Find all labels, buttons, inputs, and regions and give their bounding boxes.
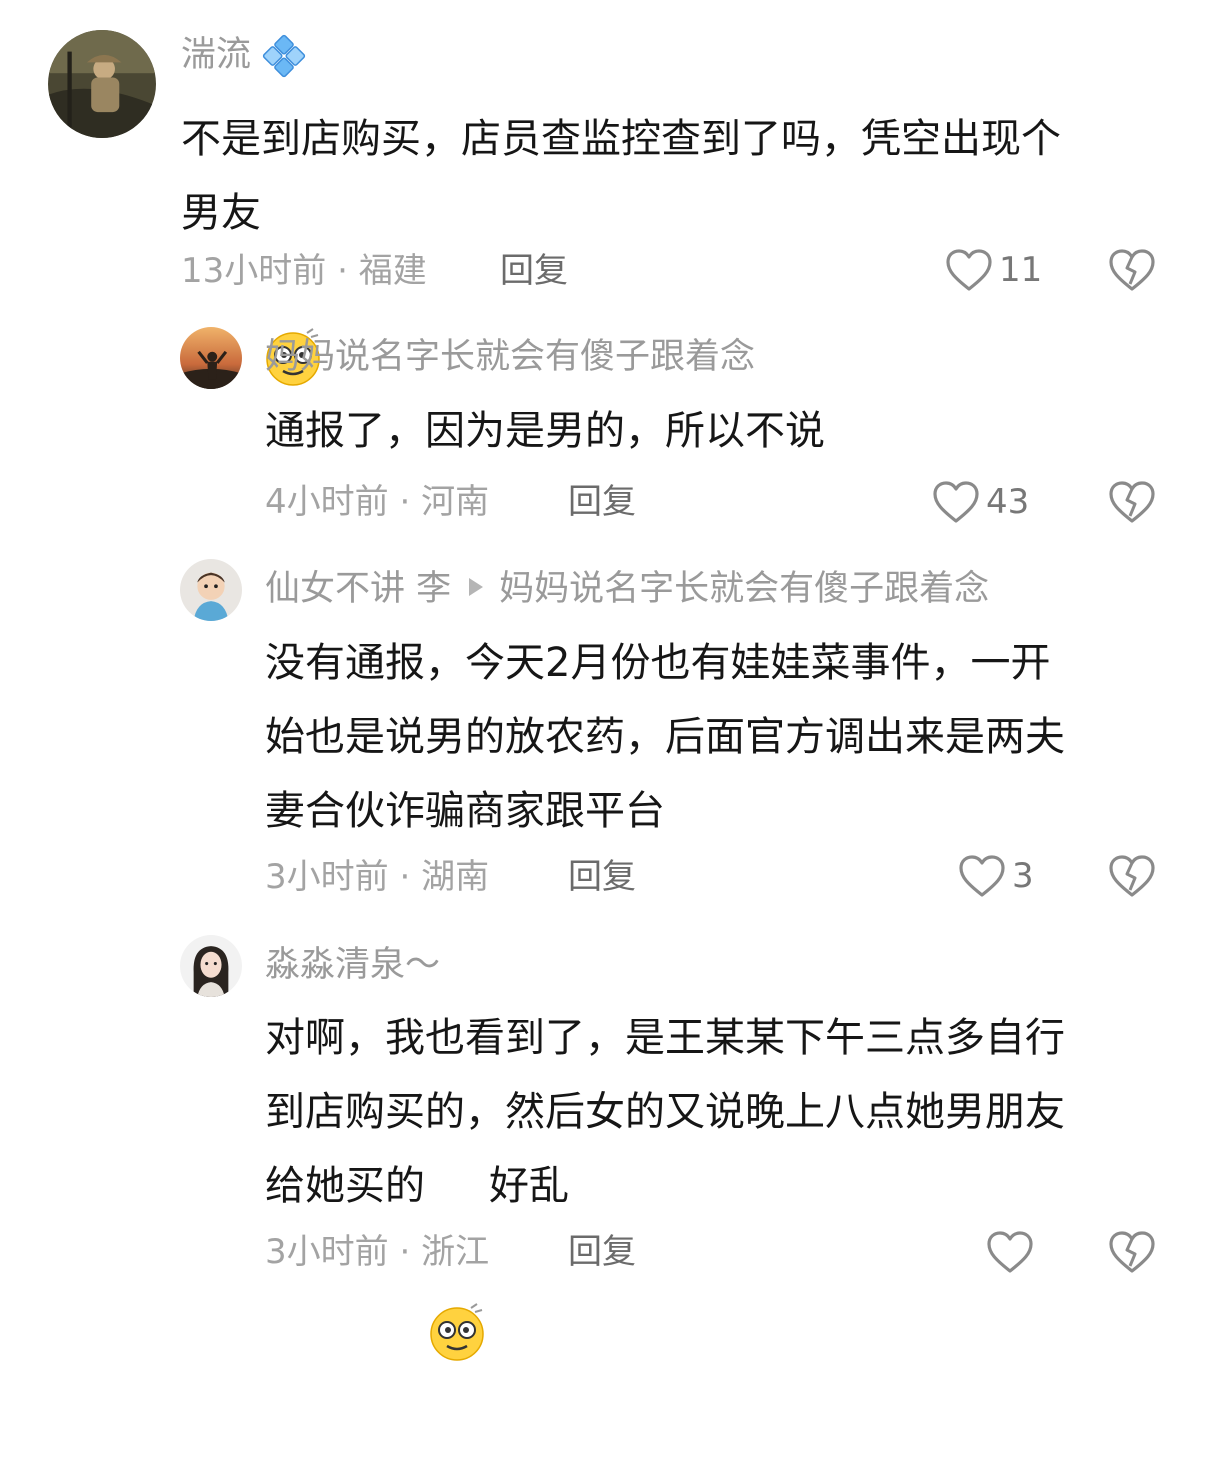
comment-meta: 3小时前 · 浙江 xyxy=(265,1235,489,1269)
avatar-image xyxy=(180,935,242,997)
comment-1: 湍流 不是到店购买，店员查监控查到了吗，凭空出现个 男友 13小时前 · 福建 … xyxy=(0,0,1206,386)
location-label: 浙江 xyxy=(421,1232,490,1272)
avatar-image xyxy=(180,327,242,389)
separator: · xyxy=(326,251,359,291)
separator: · xyxy=(388,1232,422,1272)
comment-text-line: 男友 xyxy=(181,190,261,236)
avatar[interactable] xyxy=(180,935,242,997)
time-label: 3小时前 xyxy=(265,857,389,897)
comment-text: 不是到店购买，店员查监控查到了吗，凭空出现个 男友 xyxy=(181,102,1171,386)
heart-icon xyxy=(946,249,992,291)
comment-text-line: 不是到店购买，店员查监控查到了吗，凭空出现个 xyxy=(181,116,1061,162)
like-button[interactable] xyxy=(986,1230,1040,1274)
comment-meta: 4小时前 · 河南 xyxy=(265,485,489,519)
heart-icon xyxy=(987,1231,1033,1273)
reply-button[interactable]: 回复 xyxy=(568,485,636,519)
avatar-image xyxy=(48,30,156,138)
username[interactable]: 妈妈说名字长就会有傻子跟着念 xyxy=(265,340,755,375)
comment-text-line: 妻合伙诈骗商家跟平台 xyxy=(265,788,665,834)
comment-4: 淼淼清泉～ 对啊，我也看到了，是王某某下午三点多自行 到店购买的，然后女的又说晚上… xyxy=(0,920,1206,1361)
like-count: 43 xyxy=(986,482,1030,522)
location-label: 河南 xyxy=(421,482,490,522)
separator: · xyxy=(388,482,422,522)
comment-text-line: 到店购买的，然后女的又说晚上八点她男朋友 xyxy=(265,1089,1065,1135)
comment-meta: 3小时前 · 湖南 xyxy=(265,860,489,894)
like-button[interactable]: 11 xyxy=(945,248,1042,292)
reply-button[interactable]: 回复 xyxy=(568,860,636,894)
comment-2: 妈妈说名字长就会有傻子跟着念 通报了，因为是男的，所以不说 4小时前 · 河南 … xyxy=(0,310,1206,540)
avatar-image xyxy=(180,559,242,621)
username[interactable]: 仙女不讲 李 xyxy=(265,569,451,609)
reply-button[interactable]: 回复 xyxy=(500,254,568,288)
reply-arrow-icon xyxy=(469,578,484,596)
comment-text: 没有通报，今天2月份也有娃娃菜事件，一开 始也是说男的放农药，后面官方调出来是两夫… xyxy=(265,626,1165,848)
time-label: 13小时前 xyxy=(181,251,327,291)
like-count: 11 xyxy=(999,250,1043,290)
heart-icon xyxy=(959,855,1005,897)
like-button[interactable]: 3 xyxy=(958,854,1034,898)
dizzy-face-emoji xyxy=(427,1154,487,1361)
comment-text-segment: 好乱 xyxy=(489,1163,569,1209)
comment-text-line: 给她买的 好乱 xyxy=(265,1149,1165,1361)
broken-heart-icon xyxy=(1109,249,1155,291)
comment-text-line: 对啊，我也看到了，是王某某下午三点多自行 xyxy=(265,1015,1065,1061)
comment-text: 对啊，我也看到了，是王某某下午三点多自行 到店购买的，然后女的又说晚上八点她男朋友… xyxy=(265,1001,1165,1361)
broken-heart-icon xyxy=(1109,481,1155,523)
avatar[interactable] xyxy=(180,559,242,621)
dislike-button[interactable] xyxy=(1108,248,1156,296)
avatar[interactable] xyxy=(180,327,242,389)
dislike-button[interactable] xyxy=(1108,1230,1156,1278)
like-button[interactable]: 43 xyxy=(932,480,1029,524)
time-label: 3小时前 xyxy=(265,1232,389,1272)
heart-icon xyxy=(933,481,979,523)
verified-diamond-icon xyxy=(258,32,310,80)
comment-text: 通报了，因为是男的，所以不说 xyxy=(265,408,825,454)
broken-heart-icon xyxy=(1109,1231,1155,1273)
username[interactable]: 淼淼清泉～ xyxy=(265,948,440,983)
comment-meta: 13小时前 · 福建 xyxy=(181,254,427,288)
comment-text-line: 始也是说男的放农药，后面官方调出来是两夫 xyxy=(265,714,1065,760)
dizzy-face-emoji xyxy=(263,179,323,386)
location-label: 湖南 xyxy=(421,857,490,897)
like-count: 3 xyxy=(1012,856,1034,896)
location-label: 福建 xyxy=(358,251,427,291)
dislike-button[interactable] xyxy=(1108,854,1156,902)
dislike-button[interactable] xyxy=(1108,480,1156,528)
separator: · xyxy=(388,857,422,897)
time-label: 4小时前 xyxy=(265,482,389,522)
reply-button[interactable]: 回复 xyxy=(568,1235,636,1269)
comment-text-line: 没有通报，今天2月份也有娃娃菜事件，一开 xyxy=(265,640,1051,686)
avatar[interactable] xyxy=(48,30,156,138)
comment-text-segment: 给她买的 xyxy=(265,1163,425,1209)
username[interactable]: 湍流 xyxy=(181,38,251,73)
broken-heart-icon xyxy=(1109,855,1155,897)
comment-3: 仙女不讲 李 妈妈说名字长就会有傻子跟着念 没有通报，今天2月份也有娃娃菜事件，一… xyxy=(0,540,1206,920)
reply-to-username[interactable]: 妈妈说名字长就会有傻子跟着念 xyxy=(499,569,989,609)
username-line: 仙女不讲 李 妈妈说名字长就会有傻子跟着念 xyxy=(265,572,989,607)
